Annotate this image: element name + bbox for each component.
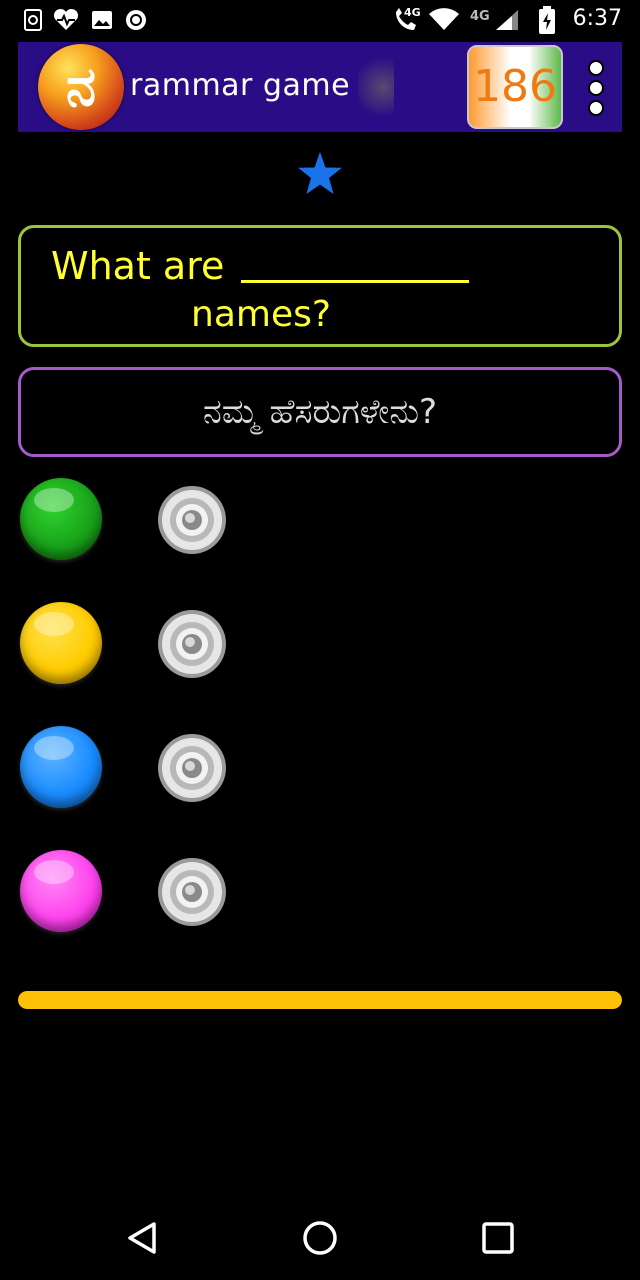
option-row	[18, 848, 278, 938]
battery-icon	[539, 6, 555, 34]
translation-text: ನಮ್ಮ ಹೆಸರುಗಳೇನು?	[202, 392, 438, 432]
recents-icon[interactable]	[474, 1214, 522, 1262]
app-title: rammar game [	[130, 68, 373, 103]
option-button-green[interactable]	[20, 478, 102, 560]
status-bar: 4G 4G 6:37	[0, 0, 640, 42]
option-button-pink[interactable]	[20, 850, 102, 932]
signal-icon	[496, 10, 518, 30]
option-row	[18, 724, 278, 814]
image-icon	[92, 11, 112, 29]
health-icon	[53, 8, 79, 30]
signal-network-label: 4G	[470, 9, 490, 24]
back-icon[interactable]	[118, 1214, 166, 1262]
wifi-icon	[429, 8, 459, 31]
option-row	[18, 600, 278, 690]
option-row	[18, 476, 278, 566]
call-network-label: 4G	[404, 6, 421, 19]
question-text-line1: What are	[51, 244, 225, 288]
question-text-line2: names?	[191, 294, 331, 335]
speaker-icon[interactable]	[154, 606, 230, 682]
timer-progress-bar	[18, 991, 622, 1009]
speaker-icon[interactable]	[154, 482, 230, 558]
speaker-icon[interactable]	[154, 730, 230, 806]
score-badge[interactable]: 186	[467, 45, 563, 129]
app-title-fade	[358, 52, 394, 122]
record-icon	[126, 10, 146, 30]
speaker-icon[interactable]	[154, 854, 230, 930]
star-icon	[298, 152, 342, 194]
navigation-bar	[0, 1196, 640, 1280]
translation-box: ನಮ್ಮ ಹೆಸರುಗಳೇನು?	[18, 367, 622, 457]
app-bar: ನ rammar game [ 186	[18, 42, 622, 132]
option-button-yellow[interactable]	[20, 602, 102, 684]
question-box: What are names?	[18, 225, 622, 347]
home-icon[interactable]	[296, 1214, 344, 1262]
option-button-blue[interactable]	[20, 726, 102, 808]
question-blank	[241, 280, 469, 283]
app-logo[interactable]: ನ	[38, 44, 124, 130]
screen-rotate-icon	[24, 9, 42, 31]
status-time: 6:37	[572, 6, 622, 31]
timer-progress-fill	[18, 991, 622, 1009]
score-value: 186	[473, 61, 557, 112]
app-logo-glyph: ನ	[65, 55, 97, 118]
more-vertical-icon[interactable]	[584, 58, 606, 118]
